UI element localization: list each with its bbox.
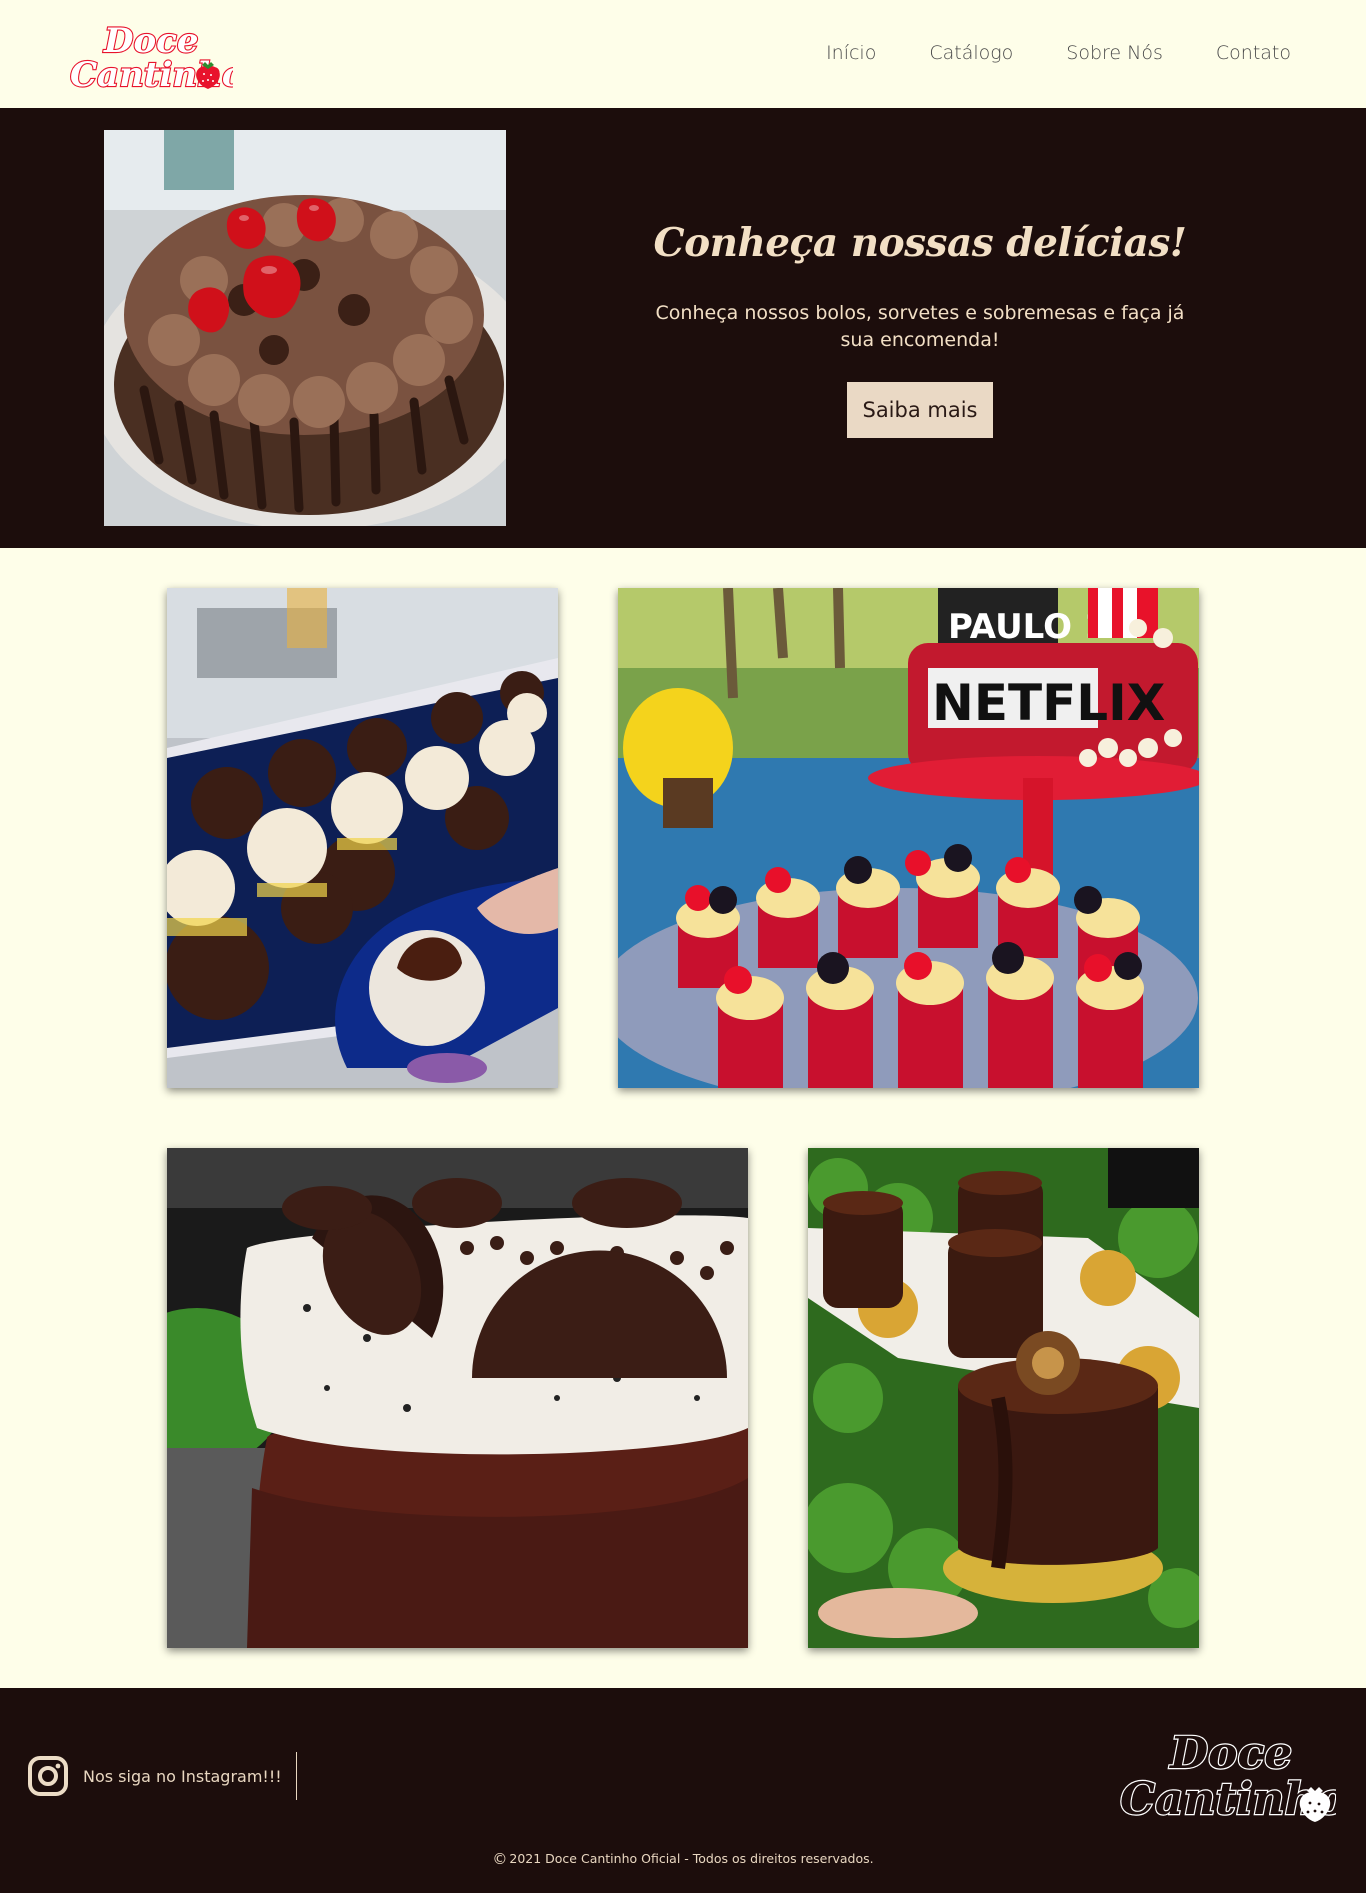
copyright-icon: © [492, 1850, 508, 1868]
instagram-label: Nos siga no Instagram!!! [83, 1766, 282, 1786]
footer-logo-word-1: Doce [1168, 1728, 1292, 1779]
main-nav: Início Catálogo Sobre Nós Contato [826, 42, 1291, 64]
nav-catalogo[interactable]: Catálogo [929, 42, 1013, 64]
logo[interactable]: Doce Cantinho [68, 14, 233, 96]
hero-text: Conheça nossas delícias! Conheça nossos … [640, 108, 1200, 438]
cake-brand-text: NETFLIX [932, 674, 1165, 732]
hero-subtitle: Conheça nossos bolos, sorvetes e sobreme… [655, 302, 1185, 351]
nav-contato[interactable]: Contato [1216, 42, 1291, 64]
footer-logo: Doce Cantinho [1118, 1718, 1336, 1826]
nav-inicio[interactable]: Início [826, 42, 876, 64]
site-footer: Nos siga no Instagram!!! Doce Cantinho ©… [0, 1688, 1366, 1893]
hero-section: Conheça nossas delícias! Conheça nossos … [0, 108, 1366, 548]
hero-title: Conheça nossas delícias! [653, 220, 1187, 266]
instagram-link[interactable]: Nos siga no Instagram!!! [27, 1752, 297, 1800]
gallery-photo-netflix-cake: PAULO 12 NETFLIX [618, 588, 1199, 1088]
instagram-icon [28, 1756, 68, 1796]
gallery-photo-ferrero-cakes [808, 1148, 1199, 1648]
saiba-mais-button[interactable]: Saiba mais [847, 382, 993, 438]
site-header: Doce Cantinho Início Catálogo Sobre Nós … [0, 0, 1366, 108]
copyright-text: © 2021 Doce Cantinho Oficial - Todos os d… [0, 1850, 1366, 1868]
footer-divider [295, 1752, 297, 1800]
nav-sobre-nos[interactable]: Sobre Nós [1066, 42, 1163, 64]
gallery-section: PAULO 12 NETFLIX [0, 548, 1366, 1688]
gallery-photo-sweets-tray [167, 588, 558, 1088]
copyright-label: 2021 Doce Cantinho Oficial - Todos os di… [509, 1851, 874, 1866]
gallery-photo-oreo-cake [167, 1148, 748, 1648]
hero-cake-image [104, 130, 506, 526]
